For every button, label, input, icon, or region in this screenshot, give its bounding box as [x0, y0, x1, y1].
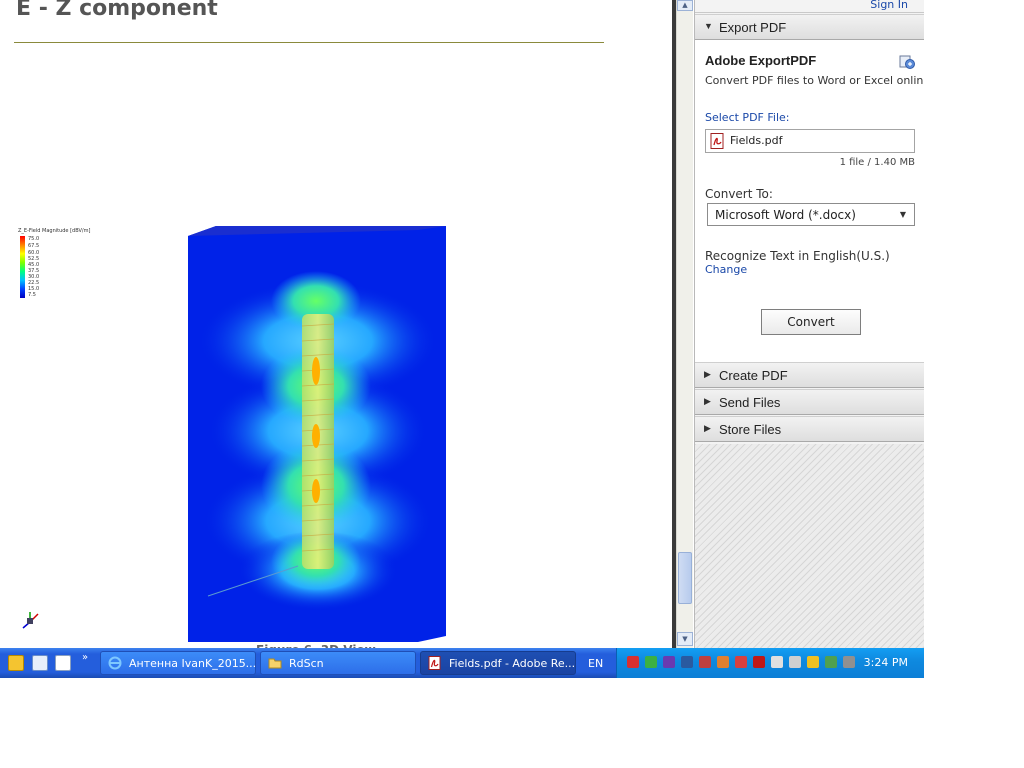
figure-caption: Figure 6. 3D View: [256, 641, 376, 648]
section-label: Store Files: [719, 422, 782, 437]
scroll-down-button[interactable]: ▼: [677, 632, 693, 646]
triangle-right-icon: ▶: [704, 423, 711, 433]
driver-tray-icon[interactable]: [771, 656, 783, 668]
export-pdf-panel: Adobe ExportPDF Convert PDF files to Wor…: [695, 40, 924, 362]
task-button-browser[interactable]: Антенна IvanK_2015...: [100, 651, 256, 675]
scroll-thumb[interactable]: [678, 552, 692, 604]
sign-in-link[interactable]: Sign In: [870, 0, 908, 11]
taskbar: » Антенна IvanK_2015... RdScn Fields.pdf…: [0, 648, 924, 678]
security-tray-icon[interactable]: [645, 656, 657, 668]
field-plot-figure: [188, 226, 446, 642]
section-create-pdf[interactable]: ▶ Create PDF: [695, 362, 924, 388]
convert-button[interactable]: Convert: [761, 309, 861, 335]
section-label: Send Files: [719, 395, 781, 410]
pane-top-divider: [695, 12, 924, 13]
sync-tray-icon[interactable]: [789, 656, 801, 668]
pdf-icon: [428, 656, 441, 670]
pdf-file-icon: [710, 133, 724, 149]
heading-rule: [14, 42, 604, 43]
internet-explorer-icon: [108, 656, 122, 670]
page-title: E - Z component: [16, 0, 218, 21]
network-tray-icon[interactable]: [681, 656, 693, 668]
export-description: Convert PDF files to Word or Excel onlin…: [705, 74, 924, 87]
recognize-text-label: Recognize Text in English(U.S.): [705, 249, 890, 263]
settings-app-icon[interactable]: [32, 655, 48, 671]
document-view: E - Z component Z_E-Field Magnitude [dBV…: [0, 0, 672, 648]
section-label: Create PDF: [719, 368, 788, 383]
convert-to-select[interactable]: Microsoft Word (*.docx) ▼: [707, 203, 915, 226]
export-options-icon[interactable]: [899, 54, 915, 70]
device-tray-icon[interactable]: [699, 656, 711, 668]
section-store-files[interactable]: ▶ Store Files: [695, 416, 924, 442]
axes-triad-icon: [22, 612, 39, 629]
legend-value: 7.5: [28, 292, 36, 298]
update-tray-icon[interactable]: [717, 656, 729, 668]
file-name: Fields.pdf: [730, 134, 783, 147]
task-label: Fields.pdf - Adobe Re...: [449, 657, 576, 670]
folder-icon: [268, 658, 282, 669]
document-scrollbar[interactable]: ▲ ▼: [676, 0, 693, 648]
triangle-down-icon: ▼: [704, 21, 713, 31]
volume-tray-icon[interactable]: [735, 656, 747, 668]
triangle-right-icon: ▶: [704, 369, 711, 379]
antivirus-tray-icon[interactable]: [627, 656, 639, 668]
adobe-tray-icon[interactable]: [753, 656, 765, 668]
quick-launch-overflow[interactable]: »: [82, 652, 88, 663]
section-label: Export PDF: [719, 20, 787, 35]
legend-value: 67.5: [28, 243, 40, 249]
scroll-up-button[interactable]: ▲: [677, 0, 693, 11]
task-button-folder[interactable]: RdScn: [260, 651, 416, 675]
clock[interactable]: 3:24 PM: [864, 656, 908, 669]
section-export-pdf[interactable]: ▼ Export PDF: [695, 14, 924, 40]
color-legend: Z_E-Field Magnitude [dBV/m] 75.0 67.5 60…: [18, 228, 128, 303]
change-language-link[interactable]: Change: [705, 263, 747, 276]
triangle-right-icon: ▶: [704, 396, 711, 406]
select-file-label: Select PDF File:: [705, 111, 790, 124]
system-tray: 3:24 PM: [616, 648, 924, 678]
hardware-tray-icon[interactable]: [843, 656, 855, 668]
section-send-files[interactable]: ▶ Send Files: [695, 389, 924, 415]
convert-to-label: Convert To:: [705, 187, 773, 201]
convert-to-value: Microsoft Word (*.docx): [715, 208, 856, 222]
user-tray-icon[interactable]: [807, 656, 819, 668]
chevron-down-icon: ▼: [899, 210, 906, 219]
file-count: 1 file / 1.40 MB: [839, 157, 915, 168]
task-button-adobe-reader[interactable]: Fields.pdf - Adobe Re...: [420, 651, 576, 675]
app-tray-icon[interactable]: [663, 656, 675, 668]
monitor-tray-icon[interactable]: [825, 656, 837, 668]
empty-pane-area: [695, 444, 924, 648]
tools-pane: Sign In ▼ Export PDF Adobe ExportPDF Con…: [694, 0, 924, 648]
selected-file-field[interactable]: Fields.pdf: [705, 129, 915, 153]
task-label: Антенна IvanK_2015...: [129, 657, 256, 670]
legend-value: 75.0: [28, 236, 40, 242]
language-indicator[interactable]: EN: [588, 657, 603, 670]
show-desktop-icon[interactable]: [55, 655, 71, 671]
export-title: Adobe ExportPDF: [705, 53, 817, 68]
legend-color-bar: [20, 236, 25, 298]
clock-app-icon[interactable]: [8, 655, 24, 671]
task-label: RdScn: [289, 657, 324, 670]
legend-title: Z_E-Field Magnitude [dBV/m]: [18, 228, 91, 234]
